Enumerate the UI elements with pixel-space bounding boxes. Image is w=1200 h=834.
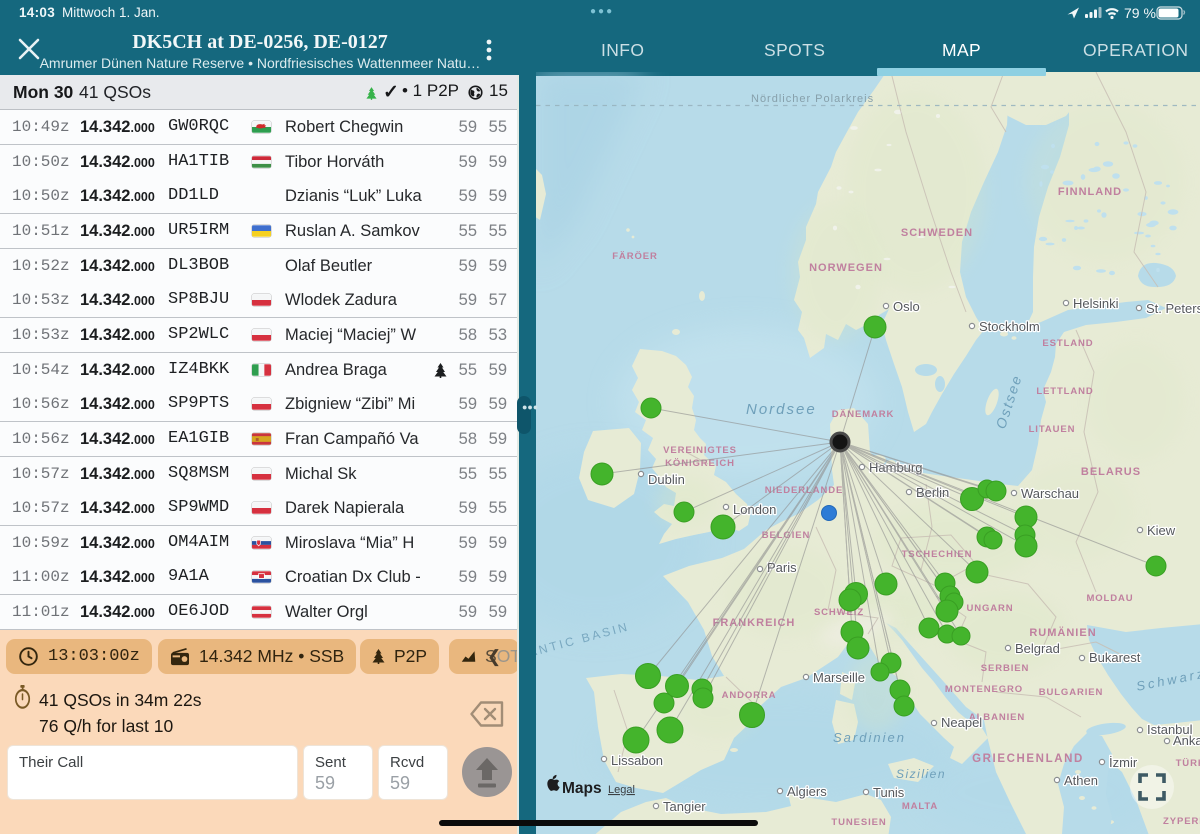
svg-text:Dublin: Dublin [648, 472, 685, 487]
svg-text:Helsinki: Helsinki [1073, 296, 1119, 311]
svg-text:ANDORRA: ANDORRA [722, 690, 777, 701]
svg-text:UNGARN: UNGARN [966, 603, 1013, 614]
svg-text:Stockholm: Stockholm [979, 319, 1040, 334]
svg-text:BELARUS: BELARUS [1081, 466, 1141, 478]
svg-text:GRIECHENLAND: GRIECHENLAND [972, 753, 1084, 765]
svg-text:DÄNEMARK: DÄNEMARK [832, 409, 895, 420]
svg-text:Oslo: Oslo [893, 299, 920, 314]
svg-text:Marseille: Marseille [813, 670, 865, 685]
svg-text:Neapel: Neapel [941, 715, 982, 730]
svg-text:Algiers: Algiers [787, 784, 827, 799]
svg-text:LETTLAND: LETTLAND [1036, 386, 1093, 397]
svg-text:Sizilien: Sizilien [896, 767, 946, 781]
svg-text:MALTA: MALTA [902, 801, 938, 812]
svg-text:Bukarest: Bukarest [1089, 650, 1141, 665]
svg-text:79 %: 79 % [1124, 5, 1156, 21]
svg-text:Lissabon: Lissabon [611, 753, 663, 768]
svg-text:MOLDAU: MOLDAU [1086, 593, 1133, 604]
svg-text:Nördlicher Polarkreis: Nördlicher Polarkreis [751, 93, 874, 105]
svg-text:Maps: Maps [562, 780, 602, 797]
svg-text:Kiew: Kiew [1147, 523, 1176, 538]
svg-text:KÖNIGREICH: KÖNIGREICH [665, 458, 735, 469]
svg-text:Paris: Paris [767, 560, 797, 575]
svg-text:FÄRÖER: FÄRÖER [612, 251, 658, 262]
svg-text:Nordsee: Nordsee [746, 401, 817, 418]
svg-text:SCHWEDEN: SCHWEDEN [901, 227, 973, 239]
svg-text:St. Petersbu: St. Petersbu [1146, 301, 1200, 316]
svg-text:ESTLAND: ESTLAND [1042, 338, 1093, 349]
svg-text:BULGARIEN: BULGARIEN [1039, 687, 1104, 698]
svg-text:Belgrad: Belgrad [1015, 641, 1060, 656]
svg-text:ZYPERN: ZYPERN [1163, 816, 1200, 827]
svg-text:RUMÄNIEN: RUMÄNIEN [1029, 626, 1096, 639]
svg-text:LITAUEN: LITAUEN [1029, 424, 1076, 435]
svg-text:Sardinien: Sardinien [833, 730, 906, 745]
svg-text:SERBIEN: SERBIEN [981, 663, 1030, 674]
svg-text:Legal: Legal [608, 784, 635, 796]
svg-text:Athen: Athen [1064, 773, 1098, 788]
svg-text:TÜRKEI: TÜRKEI [1176, 758, 1200, 769]
svg-text:Warschau: Warschau [1021, 486, 1079, 501]
svg-text:MONTENEGRO: MONTENEGRO [945, 684, 1023, 695]
svg-text:İzmir: İzmir [1109, 755, 1138, 770]
svg-text:NORWEGEN: NORWEGEN [809, 262, 883, 274]
svg-text:TUNESIEN: TUNESIEN [831, 817, 886, 828]
svg-text:FINNLAND: FINNLAND [1058, 186, 1122, 198]
svg-text:VEREINIGTES: VEREINIGTES [663, 445, 737, 456]
svg-text:Anka: Anka [1173, 733, 1200, 748]
svg-text:Tangier: Tangier [663, 799, 706, 814]
svg-text:Tunis: Tunis [873, 785, 905, 800]
